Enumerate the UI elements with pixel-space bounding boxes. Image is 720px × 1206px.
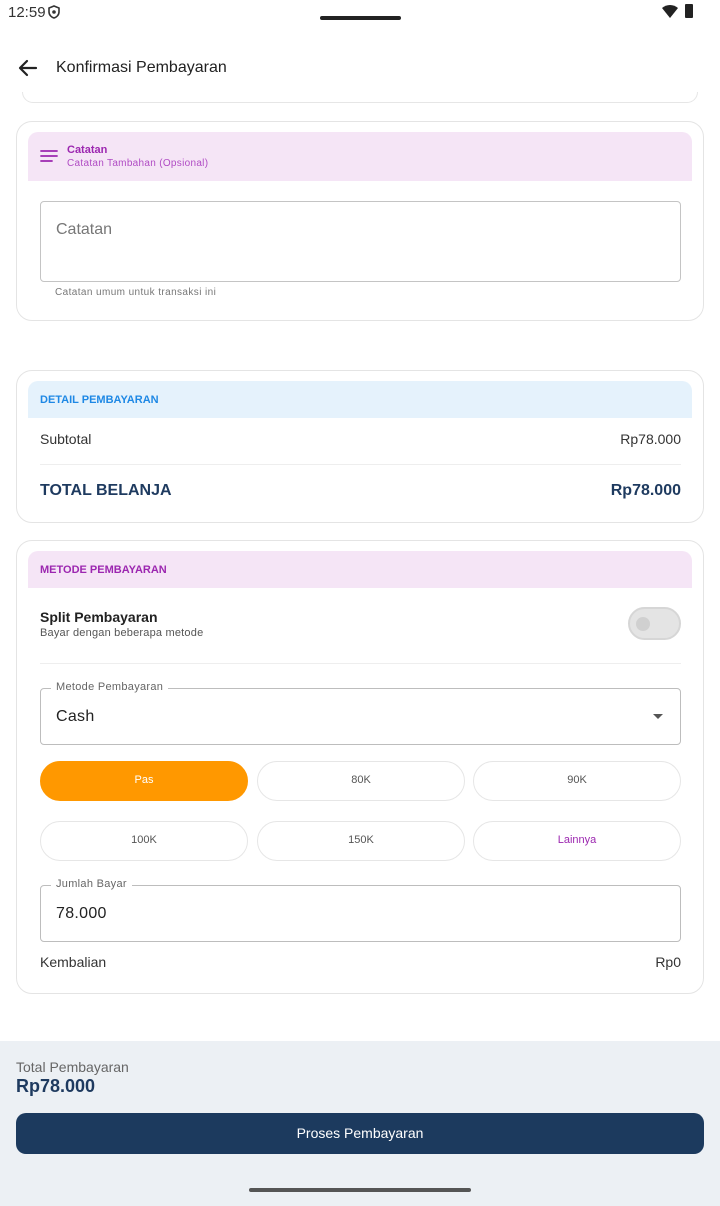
change-row: Kembalian Rp0 [40, 954, 681, 970]
back-arrow-icon[interactable] [16, 56, 40, 80]
quick-amount-chip-150k[interactable]: 150K [257, 821, 465, 861]
payment-method-card: METODE PEMBAYARAN Split Pembayaran Bayar… [16, 540, 704, 994]
notes-helper-text: Catatan umum untuk transaksi ini [55, 287, 217, 298]
page-title: Konfirmasi Pembayaran [56, 59, 227, 76]
payment-detail-card: DETAIL PEMBAYARAN Subtotal Rp78.000 TOTA… [16, 370, 704, 523]
wifi-icon [662, 5, 678, 18]
payment-method-header: METODE PEMBAYARAN [28, 551, 692, 588]
notes-card-header: Catatan Catatan Tambahan (Opsional) [28, 132, 692, 181]
payment-method-select-label: Metode Pembayaran [51, 681, 169, 693]
shield-icon [48, 5, 60, 19]
payment-method-select[interactable]: Metode Pembayaran Cash [40, 681, 681, 745]
app-bar: Konfirmasi Pembayaran [0, 44, 720, 92]
toggle-knob [636, 617, 650, 631]
notes-lines-icon [40, 150, 58, 162]
quick-amount-chip-exact[interactable]: Pas [40, 761, 248, 801]
total-row: TOTAL BELANJA Rp78.000 [40, 482, 681, 500]
subtotal-row: Subtotal Rp78.000 [40, 431, 681, 447]
previous-card-edge [22, 92, 698, 103]
quick-amount-chip-80k[interactable]: 80K [257, 761, 465, 801]
subtotal-label: Subtotal [40, 431, 92, 447]
amount-paid-label: Jumlah Bayar [51, 878, 132, 890]
total-value: Rp78.000 [610, 482, 681, 499]
payment-detail-header: DETAIL PEMBAYARAN [28, 381, 692, 418]
split-payment-title: Split Pembayaran [40, 609, 158, 625]
notes-card: Catatan Catatan Tambahan (Opsional) Cata… [16, 121, 704, 321]
quick-amount-chip-90k[interactable]: 90K [473, 761, 681, 801]
battery-icon [685, 4, 693, 18]
split-payment-subtitle: Bayar dengan beberapa metode [40, 627, 204, 639]
notes-subtitle: Catatan Tambahan (Opsional) [67, 158, 209, 169]
checkout-footer: Total Pembayaran Rp78.000 Proses Pembaya… [0, 1041, 720, 1206]
status-bar: 12:59 [0, 0, 720, 26]
quick-amount-chip-other[interactable]: Lainnya [473, 821, 681, 861]
change-label: Kembalian [40, 954, 107, 970]
subtotal-value: Rp78.000 [620, 431, 681, 447]
payment-method-title: METODE PEMBAYARAN [40, 564, 167, 576]
notes-placeholder: Catatan [56, 221, 113, 238]
quick-amount-chip-100k[interactable]: 100K [40, 821, 248, 861]
status-time: 12:59 [8, 4, 46, 21]
split-payment-toggle[interactable] [628, 607, 681, 640]
home-indicator [249, 1188, 471, 1192]
divider [40, 663, 681, 664]
notes-title: Catatan [67, 144, 108, 156]
change-value: Rp0 [655, 954, 681, 970]
payment-method-select-value: Cash [56, 708, 95, 725]
process-payment-button[interactable]: Proses Pembayaran [16, 1113, 704, 1154]
notes-input[interactable]: Catatan [40, 201, 681, 282]
divider [40, 464, 681, 465]
total-label: TOTAL BELANJA [40, 482, 172, 499]
footer-total-value: Rp78.000 [16, 1076, 96, 1096]
amount-paid-input[interactable]: Jumlah Bayar 78.000 [40, 878, 681, 942]
footer-total-label: Total Pembayaran [16, 1059, 129, 1075]
payment-detail-title: DETAIL PEMBAYARAN [40, 394, 159, 406]
dropdown-caret-icon [653, 714, 663, 719]
camera-notch [320, 16, 401, 20]
amount-paid-value: 78.000 [56, 905, 107, 922]
